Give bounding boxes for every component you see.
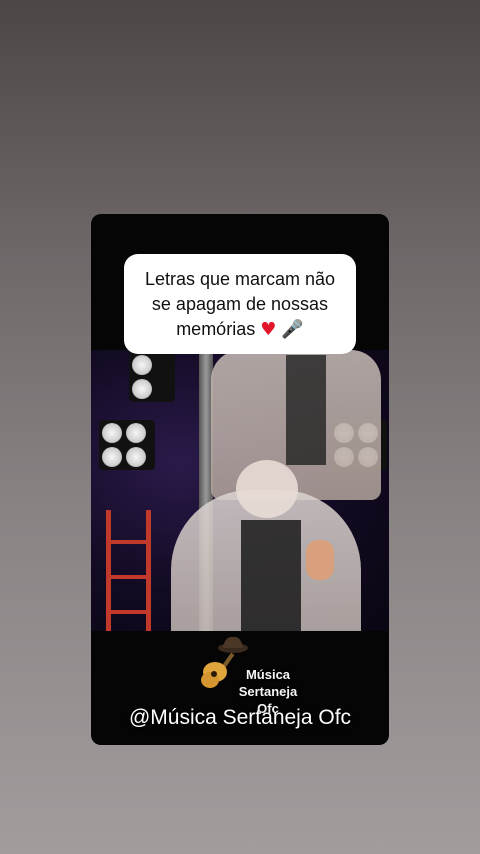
caption-line-2: se apagam de nossas xyxy=(151,293,329,314)
stage-light-left xyxy=(99,420,155,470)
caption-line-3: memórias xyxy=(176,318,256,339)
red-heart-icon: ♥ xyxy=(260,318,277,340)
performer-hand xyxy=(306,540,334,580)
microphone-icon: 🎤 xyxy=(281,318,304,340)
video-frame[interactable] xyxy=(91,350,389,631)
caption-bubble: Letras que marcam não se apagam de nossa… xyxy=(124,254,356,354)
performer-face xyxy=(236,460,298,518)
watermark-logo: Música Sertaneja Ofc xyxy=(199,634,297,716)
video-card[interactable]: Letras que marcam não se apagam de nossa… xyxy=(91,214,389,745)
channel-handle: @Música Sertaneja Ofc xyxy=(128,706,352,729)
stage-light-top xyxy=(129,352,175,402)
caption-line-1: Letras que marcam não xyxy=(144,268,336,289)
